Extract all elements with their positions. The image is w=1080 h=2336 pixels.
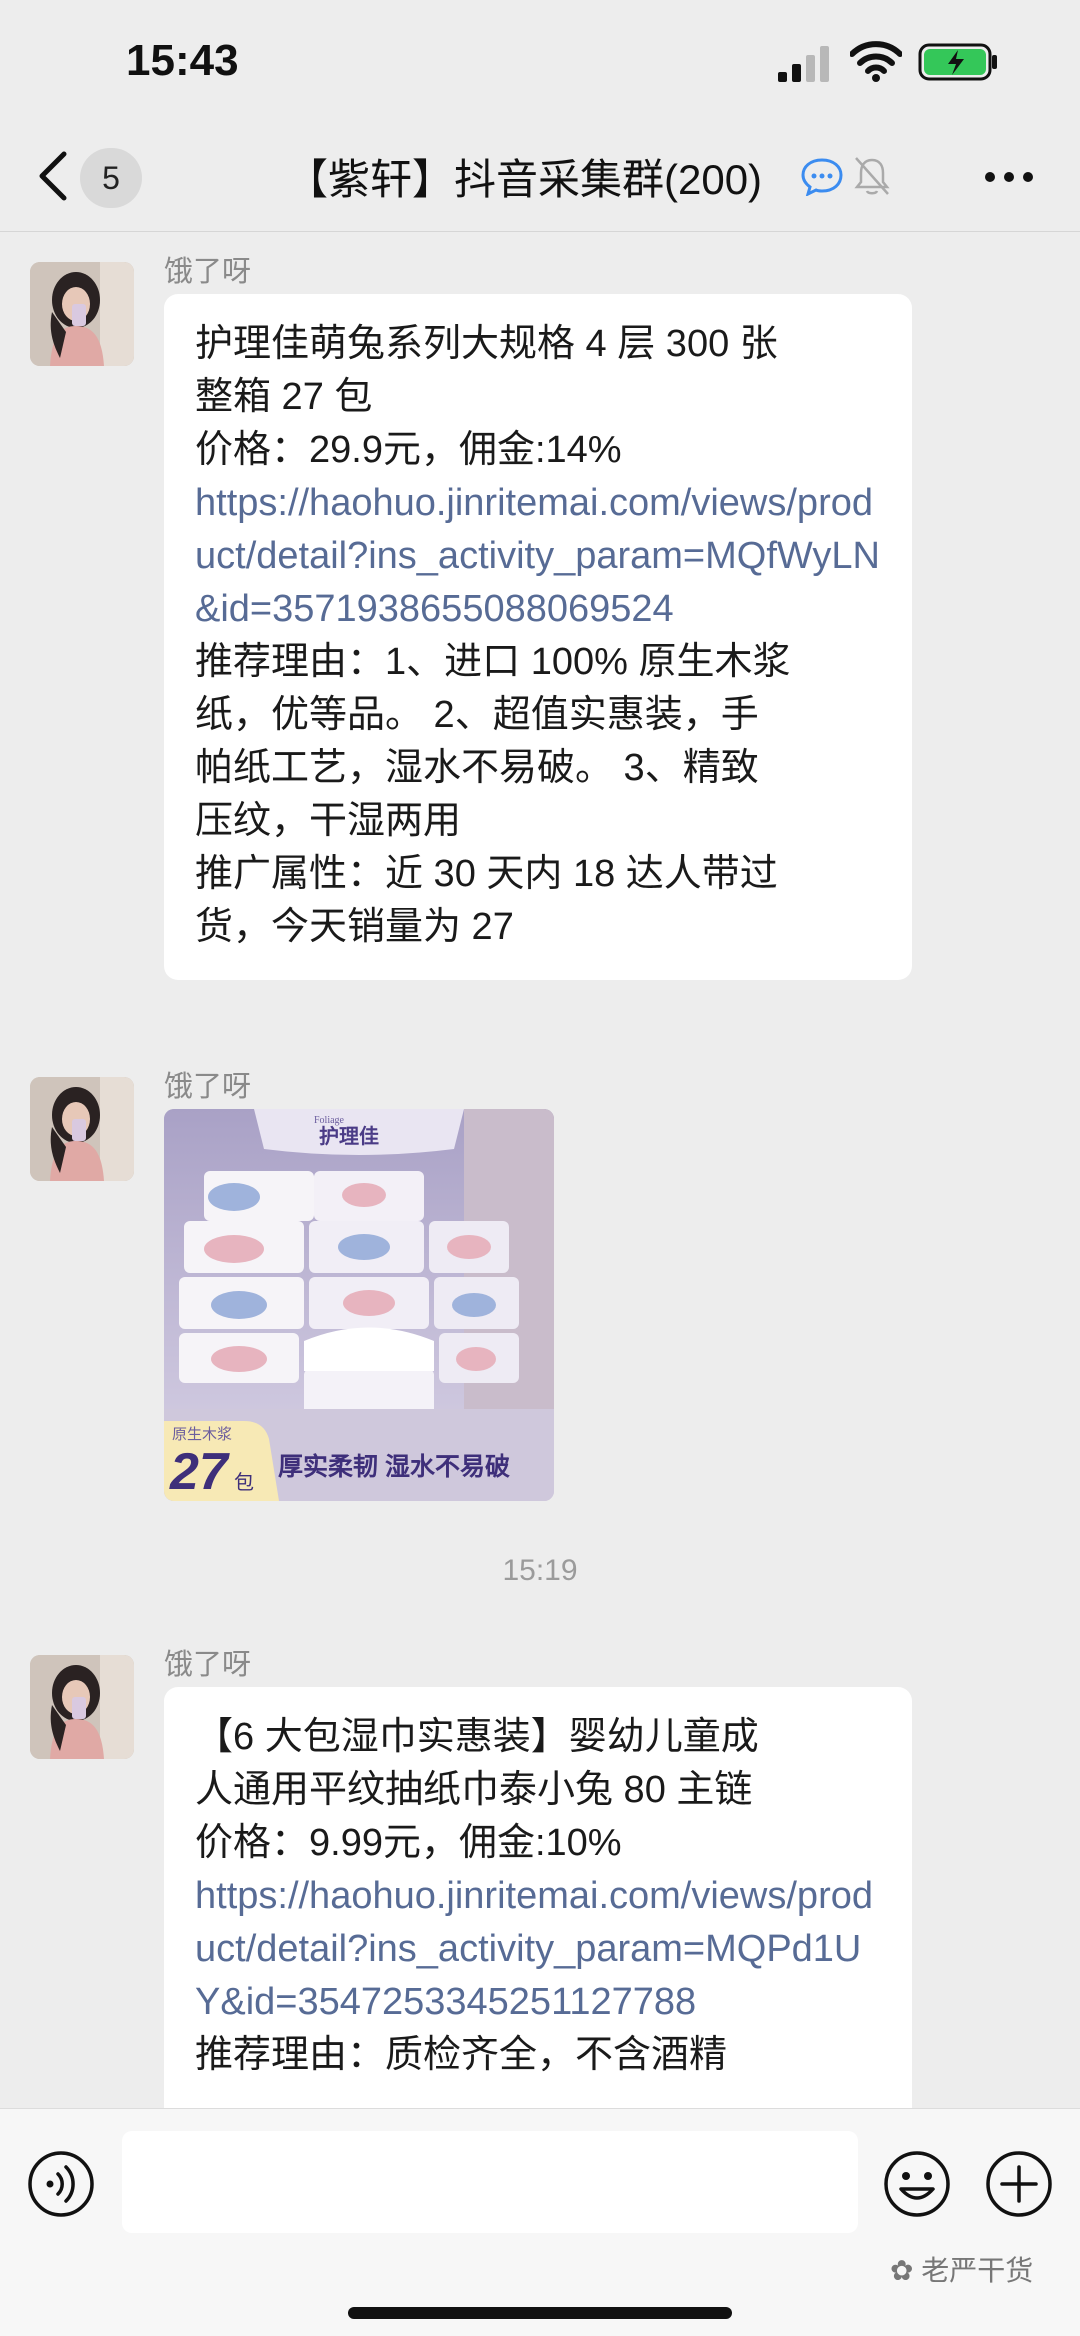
avatar-image xyxy=(30,1655,134,1759)
badge-count-text: 27 xyxy=(169,1443,230,1501)
message-text-line: 护理佳萌兔系列大规格 4 层 300 张 xyxy=(195,323,778,365)
unread-count-badge[interactable]: 5 xyxy=(80,148,142,208)
badge-top-text: 原生木浆 xyxy=(172,1425,232,1443)
product-link[interactable]: https://haohuo.jinritemai.com/views/prod… xyxy=(195,477,882,636)
message-text-line: 价格：9.99元，佣金:10% xyxy=(195,1822,622,1864)
more-icon[interactable] xyxy=(984,170,1034,184)
message-text-line: 人通用平纹抽纸巾泰小兔 80 主链 xyxy=(195,1769,753,1811)
avatar[interactable] xyxy=(30,1077,134,1181)
voice-icon[interactable] xyxy=(26,2149,96,2219)
message-item: 饿了呀 护理佳萌兔系列大规格 4 层 300 张 整箱 27 包 价格：29.9… xyxy=(0,242,1080,1042)
product-link[interactable]: https://haohuo.jinritemai.com/views/prod… xyxy=(195,1870,882,2029)
message-item: 饿了呀 【6 大包湿巾实惠装】婴幼儿童成 人通用平纹抽纸巾泰小兔 80 主链 价… xyxy=(0,1635,1080,2108)
brand-text: 护理佳 xyxy=(319,1124,379,1148)
status-time: 15:43 xyxy=(126,36,239,85)
message-text-line: 货，今天销量为 27 xyxy=(195,906,514,948)
avatar-image xyxy=(30,262,134,366)
avatar-image xyxy=(30,1077,134,1181)
message-text-line: 纸，优等品。 2、超值实惠装，手 xyxy=(195,694,759,736)
message-text-line: 推广属性：近 30 天内 18 达人带过 xyxy=(195,853,778,895)
watermark-icon: ✿ xyxy=(890,2255,922,2286)
bell-off-icon xyxy=(854,157,890,195)
watermark-text: 老严干货 xyxy=(921,2255,1034,2286)
message-text-line: 帕纸工艺，湿水不易破。 3、精致 xyxy=(195,747,759,789)
input-bar: ✿ 老严干货 xyxy=(0,2108,1080,2336)
message-text-line: 推荐理由：1、进口 100% 原生木浆 xyxy=(195,641,791,683)
plus-icon[interactable] xyxy=(984,2149,1054,2219)
badge-unit-text: 包 xyxy=(234,1471,254,1494)
avatar[interactable] xyxy=(30,262,134,366)
message-list[interactable]: 饿了呀 护理佳萌兔系列大规格 4 层 300 张 整箱 27 包 价格：29.9… xyxy=(0,232,1080,2108)
message-item: 饿了呀 Foliage 护理佳 原生木浆 27 包 厚实柔韧 湿水不易破 xyxy=(0,1057,1080,1517)
chat-title[interactable]: 【紫轩】抖音采集群(200) xyxy=(286,146,762,207)
message-input[interactable] xyxy=(122,2131,858,2233)
chat-bubble-icon xyxy=(801,158,843,196)
slogan-text: 厚实柔韧 湿水不易破 xyxy=(278,1452,510,1481)
cellular-signal-icon xyxy=(778,46,829,82)
message-text-line: 压纹，干湿两用 xyxy=(195,800,462,842)
message-text-line: 【6 大包湿巾实惠装】婴幼儿童成 xyxy=(195,1716,759,1758)
watermark: ✿ 老严干货 xyxy=(890,2249,1033,2289)
battery-charging-icon xyxy=(918,43,997,81)
message-bubble[interactable]: 护理佳萌兔系列大规格 4 层 300 张 整箱 27 包 价格：29.9元，佣金… xyxy=(164,294,912,980)
message-timestamp: 15:19 xyxy=(502,1554,578,1587)
chat-header: 5 【紫轩】抖音采集群(200) xyxy=(0,120,1080,232)
message-text-line: 推荐理由：质检齐全，不含酒精 xyxy=(195,2034,728,2076)
home-indicator[interactable] xyxy=(348,2307,732,2319)
status-bar: 15:43 xyxy=(0,0,1080,120)
message-bubble[interactable]: 【6 大包湿巾实惠装】婴幼儿童成 人通用平纹抽纸巾泰小兔 80 主链 价格：9.… xyxy=(164,1687,912,2108)
avatar[interactable] xyxy=(30,1655,134,1759)
emoji-icon[interactable] xyxy=(882,2149,952,2219)
sender-name: 饿了呀 xyxy=(164,256,252,288)
message-text-line: 价格：29.9元，佣金:14% xyxy=(195,429,622,471)
sender-name: 饿了呀 xyxy=(164,1649,252,1681)
message-text-line: 整箱 27 包 xyxy=(195,376,373,418)
sender-name: 饿了呀 xyxy=(164,1071,252,1103)
product-image-graphic: Foliage 护理佳 原生木浆 27 包 厚实柔韧 湿水不易破 xyxy=(164,1109,554,1501)
chevron-left-icon[interactable] xyxy=(34,148,74,204)
product-image[interactable]: Foliage 护理佳 原生木浆 27 包 厚实柔韧 湿水不易破 xyxy=(164,1109,554,1501)
wifi-icon xyxy=(850,41,902,82)
